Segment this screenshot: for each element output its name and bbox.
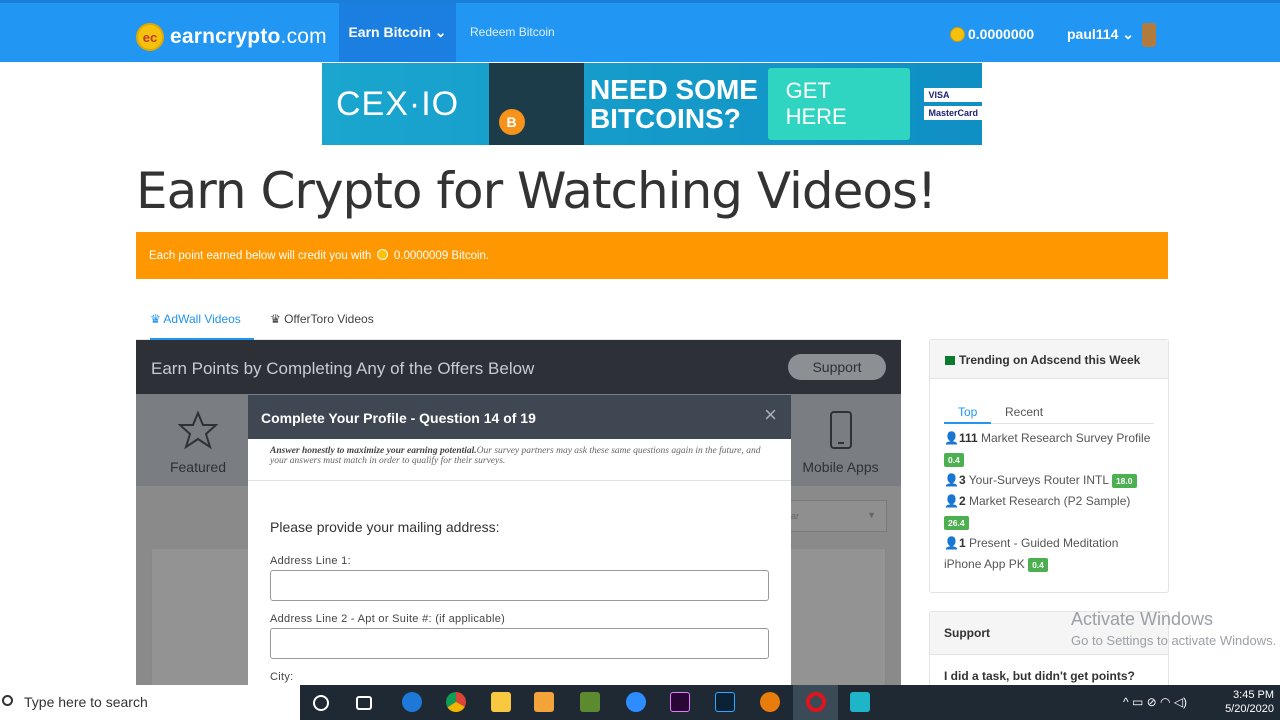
points-badge: 18.0 <box>1111 473 1137 488</box>
file-explorer-icon[interactable] <box>491 692 511 712</box>
chevron-down-icon: ▼ <box>867 510 876 520</box>
points-badge: 0.4 <box>944 452 964 467</box>
windows-taskbar: Type here to search ^ ▭ ⊘ ◠ ◁) 3:45 PM 5… <box>0 685 1280 720</box>
modal-question: Please provide your mailing address: <box>270 519 500 535</box>
banner-headline: NEED SOME BITCOINS? <box>589 74 758 134</box>
coin-icon <box>376 249 388 260</box>
flag-icon <box>945 356 955 366</box>
trending-list: 👤111 Market Research Survey Profile 0.4 … <box>930 424 1168 575</box>
trending-title: Trending on Adscend this Week <box>930 340 1168 379</box>
category-mobile-label: Mobile Apps <box>802 459 879 475</box>
chrome-icon[interactable] <box>446 692 466 712</box>
trending-tabs: Top Recent <box>944 379 1154 424</box>
user-icon: 👤 <box>944 431 959 445</box>
nav-balance: 0.0000000 <box>950 26 1034 42</box>
taskbar-search[interactable]: Type here to search <box>0 685 300 720</box>
star-icon <box>177 410 219 450</box>
banner-card-logos: VISA MasterCard <box>924 88 982 120</box>
profile-question-modal: Complete Your Profile - Question 14 of 1… <box>248 395 791 685</box>
clock[interactable]: 3:45 PM 5/20/2020 <box>1225 688 1274 716</box>
zoom-icon[interactable] <box>626 692 646 712</box>
user-menu[interactable]: paul114 ⌄ <box>1067 26 1134 43</box>
modal-header: Complete Your Profile - Question 14 of 1… <box>248 395 791 439</box>
user-icon: 👤 <box>944 536 959 550</box>
tab-top[interactable]: Top <box>958 405 977 419</box>
banner-cta-button[interactable]: GET HERE <box>767 68 911 140</box>
sort-select[interactable]: lar ▼ <box>782 500 887 532</box>
logo-text: earncrypto.com <box>170 25 327 48</box>
points-badge: 26.4 <box>944 515 969 530</box>
close-icon[interactable]: × <box>764 404 777 426</box>
panel-header: Earn Points by Completing Any of the Off… <box>136 340 901 394</box>
city-label: City: <box>270 671 294 683</box>
coin-icon <box>950 26 965 42</box>
logo-badge-icon: ec <box>136 23 164 51</box>
bitcoin-icon: B <box>498 109 525 135</box>
blender-icon[interactable] <box>760 692 780 712</box>
category-featured[interactable]: Featured <box>158 410 238 475</box>
banner-brand: CEX·IO <box>336 84 460 123</box>
nav-redeem-bitcoin[interactable]: Redeem Bitcoin <box>470 25 555 39</box>
cortana-icon[interactable] <box>313 695 329 711</box>
list-item[interactable]: 👤2 Market Research (P2 Sample) 26.4 <box>944 491 1154 533</box>
app-icon[interactable] <box>580 692 600 712</box>
phone-icon <box>829 411 852 449</box>
tab-offertoro-videos[interactable]: ♛ OfferToro Videos <box>270 312 374 326</box>
opera-icon[interactable] <box>806 692 826 712</box>
address-line2-input[interactable] <box>270 628 769 659</box>
tab-adwall-videos[interactable]: ♛ AdWall Videos <box>150 312 254 340</box>
photoshop-icon[interactable] <box>715 692 735 712</box>
points-badge: 0.4 <box>1028 557 1048 572</box>
tab-recent[interactable]: Recent <box>1005 405 1043 419</box>
avatar[interactable] <box>1142 23 1156 47</box>
user-icon: 👤 <box>944 494 959 508</box>
list-item[interactable]: 👤111 Market Research Survey Profile 0.4 <box>944 428 1154 470</box>
list-item[interactable]: 👤1 Present - Guided Meditation iPhone Ap… <box>944 533 1154 575</box>
category-featured-label: Featured <box>169 459 227 475</box>
list-item[interactable]: 👤3 Your-Surveys Router INTL 18.0 <box>944 470 1154 491</box>
site-logo[interactable]: ec earncrypto.com <box>136 23 327 51</box>
video-tabs: ♛ AdWall Videos ♛ OfferToro Videos <box>136 306 901 340</box>
balance-value: 0.0000000 <box>968 26 1035 42</box>
address-line2-label: Address Line 2 - Apt or Suite #: (if app… <box>270 613 506 625</box>
support-button[interactable]: Support <box>788 354 886 380</box>
modal-title: Complete Your Profile - Question 14 of 1… <box>261 410 536 426</box>
trending-widget: Trending on Adscend this Week Top Recent… <box>929 339 1169 593</box>
page-title: Earn Crypto for Watching Videos! <box>136 162 937 220</box>
category-mobile-apps[interactable]: Mobile Apps <box>798 410 883 475</box>
address-line1-input[interactable] <box>270 570 769 601</box>
tab-top-underline <box>944 422 991 424</box>
mastercard-icon: MasterCard <box>924 106 982 120</box>
address-line1-label: Address Line 1: <box>270 555 351 567</box>
visa-icon: VISA <box>924 88 982 102</box>
activation-watermark: Activate Windows Go to Settings to activ… <box>1071 609 1277 648</box>
search-icon <box>2 695 13 706</box>
system-tray-icons[interactable]: ^ ▭ ⊘ ◠ ◁) <box>1123 695 1187 709</box>
recorder-icon[interactable] <box>850 692 870 712</box>
top-navbar: ec earncrypto.com Earn Bitcoin ⌄ Redeem … <box>0 0 1280 62</box>
premiere-icon[interactable] <box>670 692 690 712</box>
banner-ad[interactable]: CEX·IO B NEED SOME BITCOINS? GET HERE VIS… <box>322 63 982 145</box>
banner-spy-image: B <box>488 63 584 145</box>
modal-note: Answer honestly to maximize your earning… <box>248 439 791 481</box>
task-view-icon[interactable] <box>356 696 372 710</box>
nav-earn-bitcoin[interactable]: Earn Bitcoin ⌄ <box>339 3 456 62</box>
edge-icon[interactable] <box>402 692 422 712</box>
media-player-icon[interactable] <box>534 692 554 712</box>
user-icon: 👤 <box>944 473 959 487</box>
panel-title: Earn Points by Completing Any of the Off… <box>151 359 535 378</box>
credit-notice: Each point earned below will credit you … <box>136 232 1168 279</box>
